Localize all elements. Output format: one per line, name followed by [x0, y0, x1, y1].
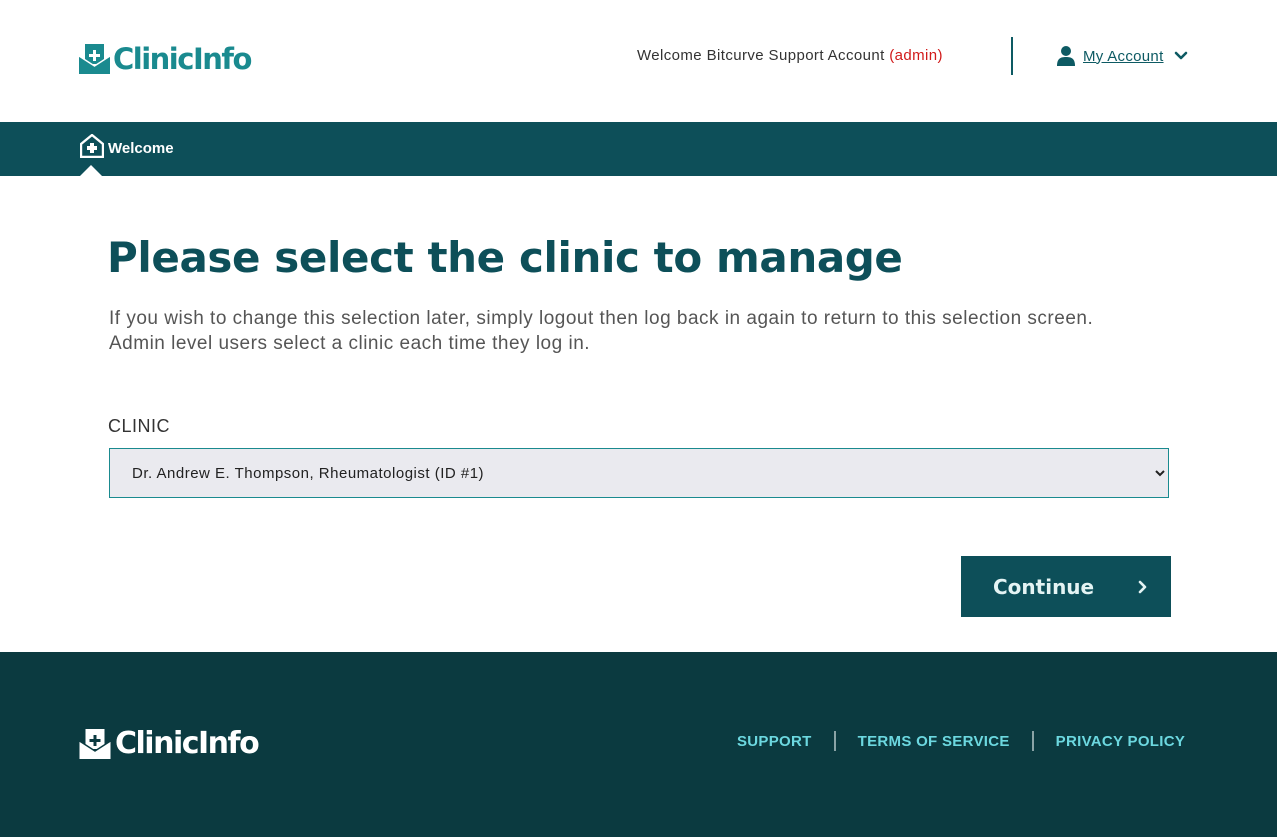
- header-divider: [1011, 37, 1013, 75]
- my-account-link[interactable]: My Account: [1083, 48, 1164, 65]
- welcome-message: Welcome Bitcurve Support Account (admin): [637, 47, 943, 64]
- intro-text: If you wish to change this selection lat…: [109, 306, 1189, 356]
- chevron-right-icon: [1138, 580, 1147, 594]
- nav-item-welcome[interactable]: Welcome: [80, 134, 174, 158]
- clinic-select[interactable]: Dr. Andrew E. Thompson, Rheumatologist (…: [109, 448, 1169, 498]
- main-navbar: Welcome: [0, 122, 1277, 176]
- site-footer: ClinicInfo SUPPORT TERMS OF SERVICE PRIV…: [0, 652, 1277, 837]
- medical-envelope-icon: [79, 44, 110, 74]
- chevron-down-icon[interactable]: [1174, 51, 1188, 61]
- home-icon: [80, 134, 104, 158]
- footer-logo-text: ClinicInfo: [115, 726, 260, 761]
- clinicinfo-logo[interactable]: ClinicInfo: [79, 42, 252, 76]
- footer-links: SUPPORT TERMS OF SERVICE PRIVACY POLICY: [737, 731, 1185, 751]
- welcome-user: Welcome Bitcurve Support Account: [637, 47, 890, 64]
- active-nav-indicator: [80, 165, 102, 176]
- footer-clinicinfo-logo[interactable]: ClinicInfo: [79, 726, 260, 761]
- footer-link-privacy[interactable]: PRIVACY POLICY: [1056, 733, 1186, 750]
- page-title: Please select the clinic to manage: [107, 233, 903, 282]
- my-account-menu[interactable]: My Account: [1057, 46, 1188, 66]
- clinic-field-label: CLINIC: [108, 416, 171, 436]
- continue-button-label: Continue: [993, 574, 1095, 599]
- nav-item-label: Welcome: [108, 139, 174, 157]
- site-header: ClinicInfo Welcome Bitcurve Support Acco…: [0, 0, 1277, 122]
- user-icon: [1057, 46, 1075, 66]
- footer-link-terms[interactable]: TERMS OF SERVICE: [858, 733, 1010, 750]
- footer-link-divider: [833, 731, 836, 751]
- footer-link-divider: [1031, 731, 1034, 751]
- footer-link-support[interactable]: SUPPORT: [737, 733, 812, 750]
- medical-envelope-icon: [79, 729, 111, 759]
- continue-button[interactable]: Continue: [961, 556, 1171, 617]
- intro-line-2: Admin level users select a clinic each t…: [109, 333, 591, 354]
- logo-text: ClinicInfo: [113, 42, 252, 76]
- intro-line-1: If you wish to change this selection lat…: [109, 308, 1094, 329]
- user-role-badge: (admin): [889, 47, 943, 64]
